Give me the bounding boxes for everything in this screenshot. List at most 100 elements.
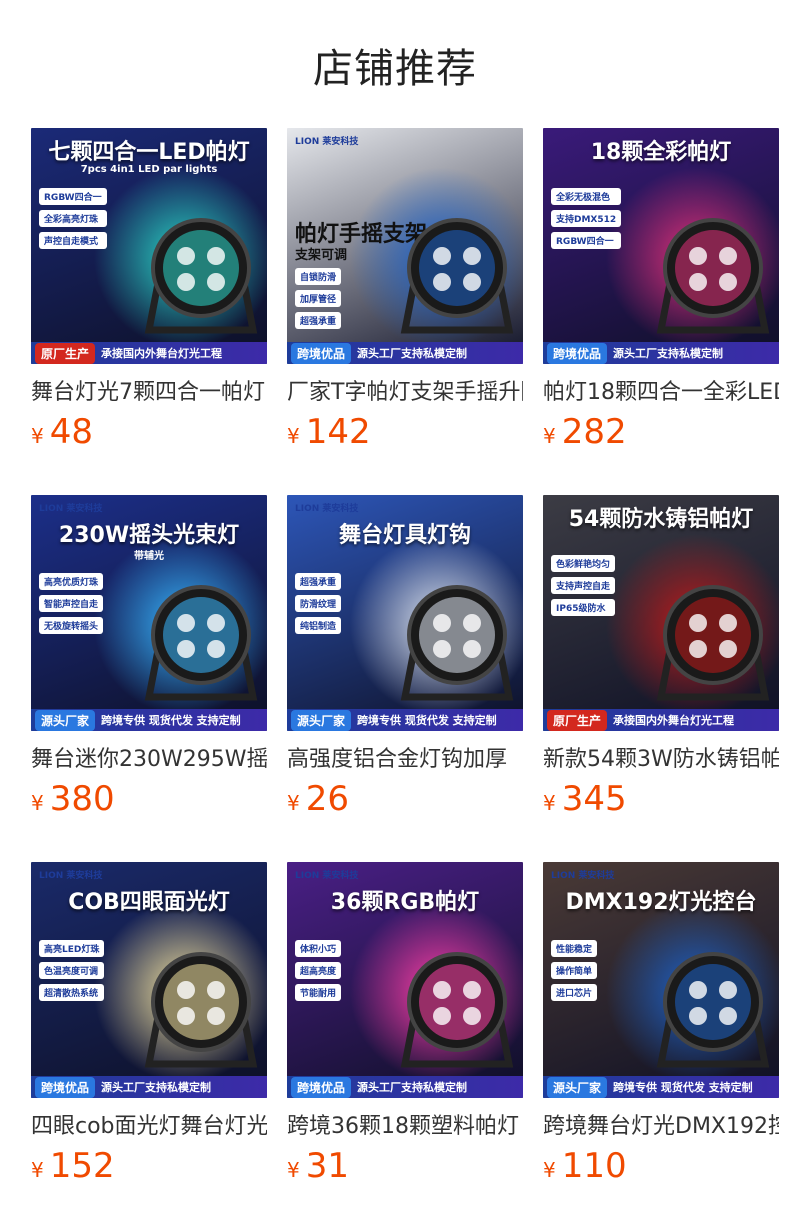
price-value: 380 <box>49 779 115 819</box>
feature-tag: RGBW四合一 <box>551 232 622 249</box>
product-image[interactable]: LION 莱安科技 230W摇头光束灯 带辅光 高亮优质灯珠 智能声控自走 无极旋转摇头源… <box>31 495 267 731</box>
image-subline: 带辅光 <box>134 551 164 562</box>
product-card[interactable]: 18颗全彩帕灯 全彩无极混色 支持DMX512 RGBW四合一 跨境优品 源头工厂支持私模… <box>543 128 779 456</box>
origin-badge: 跨境优品 <box>291 342 352 364</box>
currency-symbol: ¥ <box>287 791 300 815</box>
product-illustration <box>141 208 261 342</box>
feature-tag: 自锁防滑 <box>295 268 342 285</box>
product-card[interactable]: LION 莱安科技 DMX192灯光控台性能稳定 操作简单 进口芯片源头厂家 跨境专供 … <box>543 862 779 1190</box>
image-headline: 36颗RGB帕灯 <box>330 890 480 915</box>
price-value: 345 <box>561 779 627 819</box>
feature-tags: 自锁防滑 加厚管径 超强承重 <box>295 268 342 334</box>
image-footer-bar: 跨境优品 源头工厂支持私模定制 <box>543 342 779 364</box>
image-footer-text: 跨境专供 现货代发 支持定制 <box>101 714 241 727</box>
product-name[interactable]: 帕灯18颗四合一全彩LED <box>543 378 779 408</box>
feature-tag: 全彩高亮灯珠 <box>39 210 107 227</box>
price-value: 26 <box>305 779 349 819</box>
feature-tag: 加厚管径 <box>295 290 342 307</box>
price-value: 142 <box>305 412 371 452</box>
page-title: 店铺推荐 <box>313 46 477 92</box>
product-image[interactable]: 54颗防水铸铝帕灯 色彩鲜艳均匀 支持声控自走 IP65级防水 原厂生产 承接国内外舞台灯… <box>543 495 779 731</box>
product-card[interactable]: LION 莱安科技 舞台灯具灯钩 超强承重 防滑纹理 纯铝制造 源头厂家 跨境专供 现货代发… <box>287 495 523 823</box>
product-card[interactable]: LION 莱安科技 COB四眼面光灯高亮LED灯珠 色温亮度可调 超清散热系统跨境优品… <box>31 862 267 1190</box>
product-name[interactable]: 四眼cob面光灯舞台灯光 <box>31 1112 267 1142</box>
image-headline: COB四眼面光灯 <box>68 890 230 915</box>
brand-logo: LION 莱安科技 <box>551 871 615 881</box>
feature-tag: 进口芯片 <box>551 984 598 1001</box>
feature-tags: 性能稳定 操作简单 进口芯片 <box>551 940 598 1006</box>
price-value: 110 <box>561 1146 627 1186</box>
feature-tags: RGBW四合一 全彩高亮灯珠 声控自走模式 <box>39 188 107 254</box>
feature-tags: 体积小巧 超高亮度 节能耐用 <box>295 940 342 1006</box>
feature-tag: 性能稳定 <box>551 940 598 957</box>
product-image[interactable]: 七颗四合一LED帕灯 7pcs 4in1 LED par lights RGBW四合… <box>31 128 267 364</box>
product-image[interactable]: 18颗全彩帕灯 全彩无极混色 支持DMX512 RGBW四合一 跨境优品 源头工厂支持私模… <box>543 128 779 364</box>
currency-symbol: ¥ <box>31 424 44 448</box>
image-footer-text: 跨境专供 现货代发 支持定制 <box>357 714 497 727</box>
image-footer-text: 源头工厂支持私模定制 <box>101 1081 212 1094</box>
product-name[interactable]: 跨境舞台灯光DMX192控台 <box>543 1112 779 1142</box>
brand-logo: LION 莱安科技 <box>39 871 103 881</box>
product-name[interactable]: 厂家T字帕灯支架手摇升降 <box>287 378 523 408</box>
image-footer-bar: 源头厂家 跨境专供 现货代发 支持定制 <box>543 1076 779 1098</box>
image-headline: 七颗四合一LED帕灯 <box>48 140 250 165</box>
origin-badge: 跨境优品 <box>35 1076 96 1098</box>
product-name[interactable]: 高强度铝合金灯钩加厚 <box>287 745 523 775</box>
feature-tags: 高亮LED灯珠 色温亮度可调 超清散热系统 <box>39 940 105 1006</box>
feature-tag: 超强承重 <box>295 573 342 590</box>
currency-symbol: ¥ <box>543 791 556 815</box>
product-price: ¥152 <box>31 1148 267 1190</box>
price-value: 31 <box>305 1146 349 1186</box>
product-illustration <box>141 575 261 709</box>
product-price: ¥142 <box>287 414 523 456</box>
product-illustration <box>397 208 517 342</box>
product-illustration <box>397 575 517 709</box>
brand-logo: LION 莱安科技 <box>295 504 359 514</box>
image-footer-text: 跨境专供 现货代发 支持定制 <box>613 1081 753 1094</box>
product-price: ¥26 <box>287 781 523 823</box>
image-footer-text: 承接国内外舞台灯光工程 <box>101 347 223 360</box>
origin-badge: 源头厂家 <box>35 709 96 731</box>
image-footer-text: 源头工厂支持私模定制 <box>613 347 724 360</box>
feature-tag: 节能耐用 <box>295 984 342 1001</box>
image-headline: DMX192灯光控台 <box>565 890 757 915</box>
feature-tags: 高亮优质灯珠 智能声控自走 无极旋转摇头 <box>39 573 104 639</box>
origin-badge: 源头厂家 <box>291 709 352 731</box>
image-footer-bar: 源头厂家 跨境专供 现货代发 支持定制 <box>31 709 267 731</box>
price-value: 152 <box>49 1146 115 1186</box>
product-name[interactable]: 舞台迷你230W295W摇头光束灯 <box>31 745 267 775</box>
origin-badge: 跨境优品 <box>291 1076 352 1098</box>
product-image[interactable]: LION 莱安科技 COB四眼面光灯高亮LED灯珠 色温亮度可调 超清散热系统跨境优品… <box>31 862 267 1098</box>
product-illustration <box>653 575 773 709</box>
feature-tag: 无极旋转摇头 <box>39 617 104 634</box>
product-name[interactable]: 新款54颗3W防水铸铝帕灯 <box>543 745 779 775</box>
currency-symbol: ¥ <box>287 424 300 448</box>
feature-tags: 超强承重 防滑纹理 纯铝制造 <box>295 573 342 639</box>
product-card[interactable]: LION 莱安科技 36颗RGB帕灯 体积小巧 超高亮度 节能耐用 跨境优品 源头工厂支持私… <box>287 862 523 1190</box>
currency-symbol: ¥ <box>543 1158 556 1182</box>
product-card[interactable]: LION 莱安科技 230W摇头光束灯 带辅光 高亮优质灯珠 智能声控自走 无极旋转摇头源… <box>31 495 267 823</box>
feature-tags: 色彩鲜艳均匀 支持声控自走 IP65级防水 <box>551 555 616 621</box>
product-name[interactable]: 跨境36颗18颗塑料帕灯 <box>287 1112 523 1142</box>
product-card[interactable]: LION 莱安科技 帕灯手摇支架 支架可调 自锁防滑 加厚管径 超强承重 跨境优品 源头工厂支… <box>287 128 523 456</box>
product-image[interactable]: LION 莱安科技 舞台灯具灯钩 超强承重 防滑纹理 纯铝制造 源头厂家 跨境专供 现货代发… <box>287 495 523 731</box>
image-footer-text: 源头工厂支持私模定制 <box>357 1081 468 1094</box>
product-name[interactable]: 舞台灯光7颗四合一帕灯 <box>31 378 267 408</box>
image-footer-bar: 原厂生产 承接国内外舞台灯光工程 <box>31 342 267 364</box>
feature-tag: 体积小巧 <box>295 940 342 957</box>
product-image[interactable]: LION 莱安科技 帕灯手摇支架 支架可调 自锁防滑 加厚管径 超强承重 跨境优品 源头工厂支… <box>287 128 523 364</box>
feature-tag: 声控自走模式 <box>39 232 107 249</box>
product-image[interactable]: LION 莱安科技 DMX192灯光控台性能稳定 操作简单 进口芯片源头厂家 跨境专供 … <box>543 862 779 1098</box>
brand-logo: LION 莱安科技 <box>39 504 103 514</box>
price-value: 48 <box>49 412 93 452</box>
product-illustration <box>653 208 773 342</box>
feature-tag: RGBW四合一 <box>39 188 107 205</box>
product-image[interactable]: LION 莱安科技 36颗RGB帕灯 体积小巧 超高亮度 节能耐用 跨境优品 源头工厂支持私… <box>287 862 523 1098</box>
image-footer-bar: 跨境优品 源头工厂支持私模定制 <box>31 1076 267 1098</box>
product-price: ¥345 <box>543 781 779 823</box>
brand-logo: LION 莱安科技 <box>295 137 359 147</box>
feature-tag: 防滑纹理 <box>295 595 342 612</box>
image-subline: 7pcs 4in1 LED par lights <box>80 164 218 175</box>
product-card[interactable]: 七颗四合一LED帕灯 7pcs 4in1 LED par lights RGBW四合… <box>31 128 267 456</box>
product-card[interactable]: 54颗防水铸铝帕灯 色彩鲜艳均匀 支持声控自走 IP65级防水 原厂生产 承接国内外舞台灯… <box>543 495 779 823</box>
